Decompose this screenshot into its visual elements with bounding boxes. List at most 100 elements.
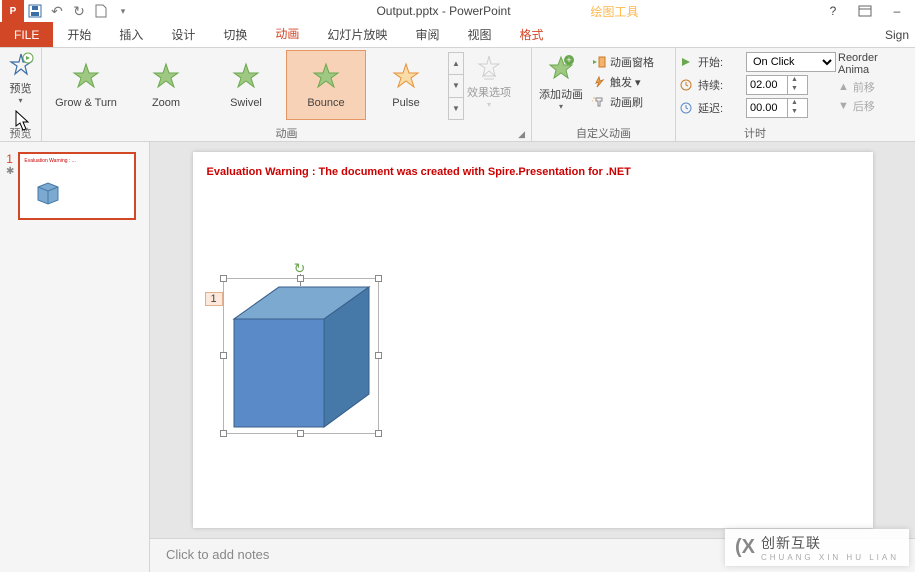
sign-in-link[interactable]: Sign (885, 22, 915, 47)
contextual-tab-label: 绘图工具 (591, 3, 639, 20)
painter-icon (592, 96, 606, 108)
watermark-logo-icon: (X (735, 536, 755, 559)
thumb-warning-text: Evaluation Warning : ... (24, 158, 76, 164)
tab-insert[interactable]: 插入 (105, 22, 157, 47)
tab-view[interactable]: 视图 (453, 22, 505, 47)
tab-format[interactable]: 格式 (505, 22, 557, 47)
spin-down-icon[interactable]: ▼ (788, 108, 801, 117)
thumbnail-row: 1 ✱ Evaluation Warning : ... (6, 152, 143, 220)
group-animation: Grow & Turn Zoom Swivel Bounce Pulse (42, 48, 532, 141)
move-earlier-button[interactable]: ▲前移 (838, 79, 910, 95)
new-file-icon[interactable] (90, 0, 112, 22)
tab-review[interactable]: 审阅 (401, 22, 453, 47)
thumbnail-panel: 1 ✱ Evaluation Warning : ... (0, 142, 150, 572)
star-icon (231, 61, 261, 91)
preview-button[interactable]: 预览 ▾ (4, 50, 37, 105)
anim-label: Pulse (392, 97, 420, 109)
start-select[interactable]: On Click (746, 52, 836, 72)
clock-icon (680, 102, 692, 114)
animation-painter-button[interactable]: 动画刷 (592, 94, 654, 110)
spin-down-icon[interactable]: ▼ (788, 85, 801, 94)
help-icon[interactable]: ? (821, 0, 845, 22)
clock-icon (680, 79, 692, 91)
anim-grow-turn[interactable]: Grow & Turn (46, 50, 126, 120)
svg-text:+: + (566, 55, 571, 65)
up-arrow-icon: ▲ (838, 81, 849, 93)
painter-label: 动画刷 (610, 94, 643, 110)
anim-pulse[interactable]: Pulse (366, 50, 446, 120)
star-icon (71, 61, 101, 91)
minimize-icon[interactable]: – (885, 0, 909, 22)
watermark-subtext: CHUANG XIN HU LIAN (761, 553, 899, 562)
move-later-button[interactable]: ▼后移 (838, 98, 910, 114)
app-icon[interactable]: P (2, 0, 24, 22)
qat-customize-icon[interactable]: ▾ (112, 0, 134, 22)
group-timing-label: 计时 (680, 125, 830, 141)
delay-spinner[interactable]: ▲▼ (746, 98, 808, 118)
save-icon[interactable] (24, 0, 46, 22)
star-icon (151, 61, 181, 91)
tab-slideshow[interactable]: 幻灯片放映 (313, 22, 401, 47)
tab-file[interactable]: FILE (0, 22, 53, 47)
watermark-text: 创新互联 (761, 533, 899, 553)
tab-design[interactable]: 设计 (157, 22, 209, 47)
duration-input[interactable] (747, 79, 787, 91)
anim-label: Grow & Turn (55, 97, 117, 109)
anim-label: Swivel (230, 97, 262, 109)
duration-spinner[interactable]: ▲▼ (746, 75, 808, 95)
star-bars-icon (476, 54, 502, 80)
tab-transitions[interactable]: 切换 (209, 22, 261, 47)
group-preview: 预览 ▾ 预览 (0, 48, 42, 141)
group-preview-label: 预览 (4, 125, 37, 141)
anim-swivel[interactable]: Swivel (206, 50, 286, 120)
slide-thumbnail-1[interactable]: Evaluation Warning : ... (18, 152, 136, 220)
cube-shape[interactable] (224, 279, 380, 435)
tab-animations[interactable]: 动画 (261, 22, 313, 47)
slide-number: 1 (6, 152, 14, 166)
tab-home[interactable]: 开始 (53, 22, 105, 47)
anim-bounce[interactable]: Bounce (286, 50, 366, 120)
trigger-label: 触发 ▾ (610, 74, 641, 90)
title-bar: P ↶ ↻ ▾ Output.pptx - PowerPoint 绘图工具 ? … (0, 0, 915, 22)
effect-options-button[interactable]: 效果选项 ▾ (464, 50, 514, 109)
group-advanced-label: 自定义动画 (536, 125, 671, 141)
dialog-launcher-icon[interactable]: ◢ (518, 129, 525, 140)
slide-area: Evaluation Warning : The document was cr… (150, 142, 915, 572)
star-icon (391, 61, 421, 91)
anim-zoom[interactable]: Zoom (126, 50, 206, 120)
effect-options-label: 效果选项 (467, 84, 511, 100)
add-animation-label: 添加动画 (539, 86, 583, 102)
animation-pane-button[interactable]: 动画窗格 (592, 54, 654, 70)
slide-canvas[interactable]: Evaluation Warning : The document was cr… (193, 152, 873, 528)
delay-label: 延迟: (698, 100, 740, 116)
slide-canvas-wrap: Evaluation Warning : The document was cr… (150, 142, 915, 538)
spin-up-icon[interactable]: ▲ (788, 99, 801, 108)
pane-icon (592, 56, 606, 68)
animation-indicator-icon: ✱ (6, 166, 14, 177)
redo-icon[interactable]: ↻ (68, 0, 90, 22)
quick-access-toolbar: P ↶ ↻ ▾ (0, 0, 134, 22)
add-animation-button[interactable]: + 添加动画 ▾ (536, 50, 586, 111)
star-icon (311, 61, 341, 91)
group-advanced-animation: + 添加动画 ▾ 动画窗格 触发 ▾ 动画刷 自定义动画 (532, 48, 676, 141)
trigger-button[interactable]: 触发 ▾ (592, 74, 654, 90)
workspace: 1 ✱ Evaluation Warning : ... Evaluation … (0, 142, 915, 572)
start-label: 开始: (698, 54, 740, 70)
delay-input[interactable] (747, 102, 787, 114)
document-title: Output.pptx - PowerPoint (376, 4, 510, 18)
animation-gallery: Grow & Turn Zoom Swivel Bounce Pulse (46, 50, 464, 120)
gallery-more-icon[interactable]: ▼ (449, 98, 463, 119)
play-icon (680, 56, 692, 68)
gallery-down-icon[interactable]: ▼ (449, 75, 463, 97)
watermark: (X 创新互联 CHUANG XIN HU LIAN (725, 529, 909, 566)
undo-icon[interactable]: ↶ (46, 0, 68, 22)
ribbon-display-icon[interactable] (853, 0, 877, 22)
anim-label: Bounce (307, 97, 344, 109)
spin-up-icon[interactable]: ▲ (788, 76, 801, 85)
shape-selection[interactable] (223, 278, 379, 434)
animation-order-tag[interactable]: 1 (205, 292, 223, 306)
gallery-up-icon[interactable]: ▲ (449, 53, 463, 75)
advanced-list: 动画窗格 触发 ▾ 动画刷 (592, 50, 654, 110)
ribbon-tabs: FILE 开始 插入 设计 切换 动画 幻灯片放映 审阅 视图 格式 Sign (0, 22, 915, 47)
evaluation-warning-text: Evaluation Warning : The document was cr… (207, 166, 631, 178)
